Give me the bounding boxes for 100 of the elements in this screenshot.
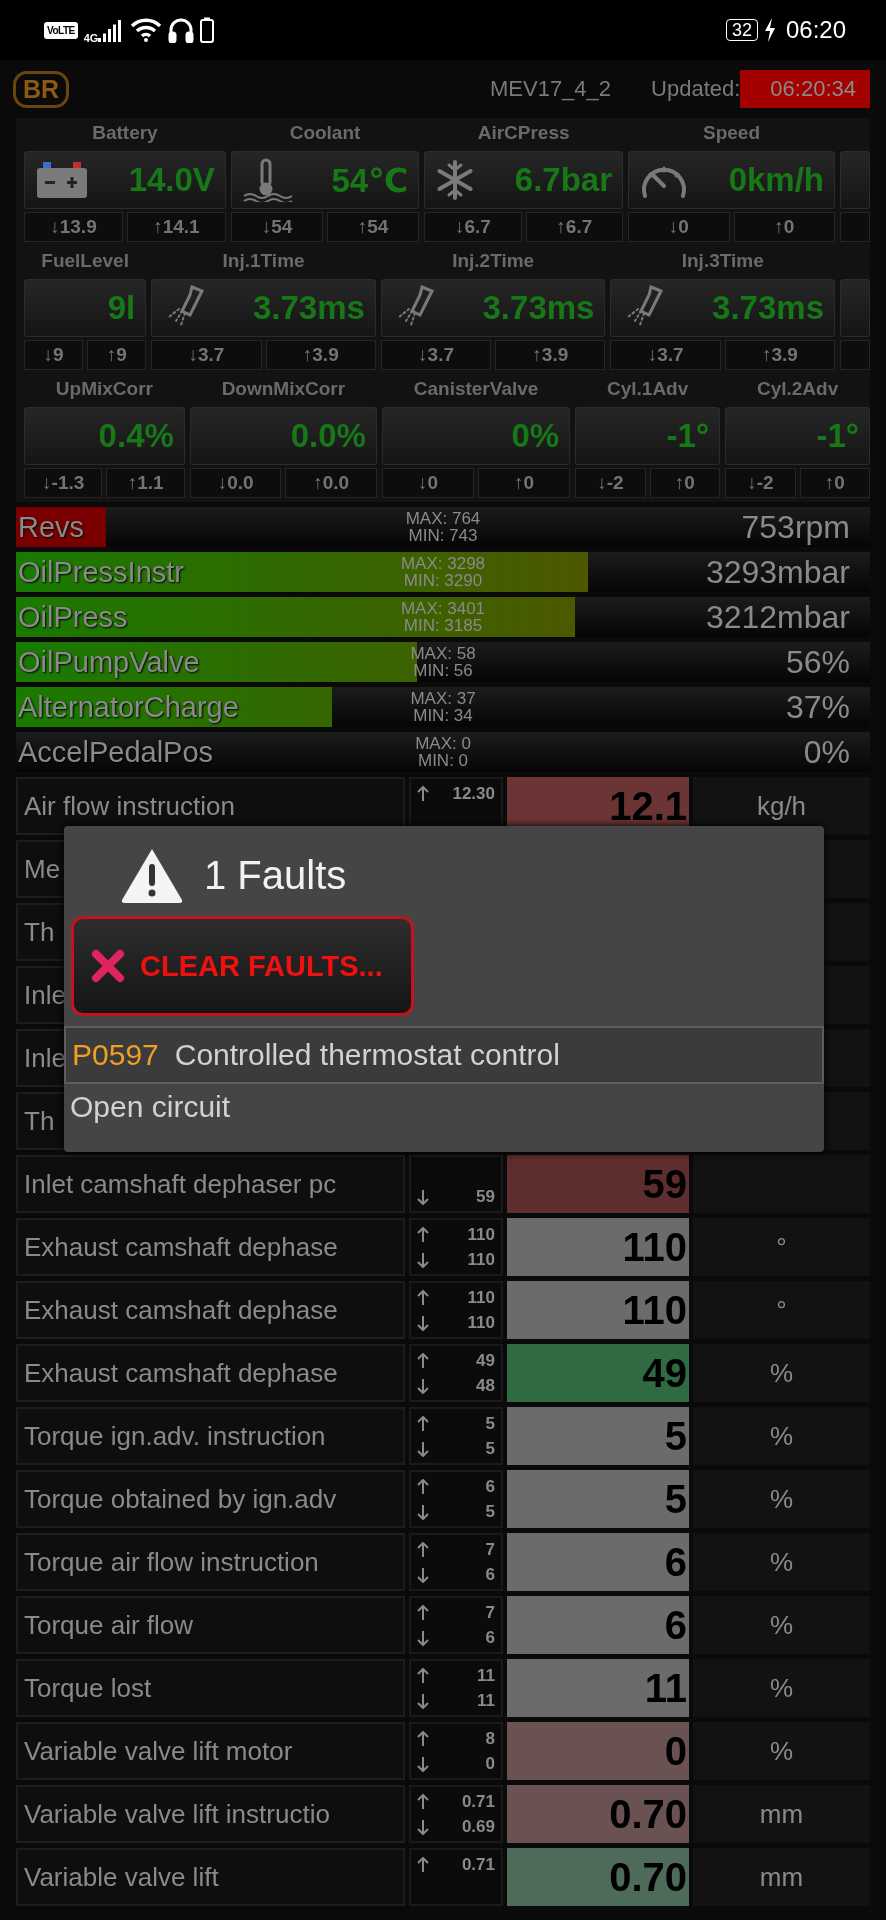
- name-cell: Inlet camshaft dephaser pc: [16, 1155, 405, 1213]
- clear-faults-button[interactable]: CLEAR FAULTS...: [71, 916, 414, 1016]
- max-reading: ↑14.1: [126, 212, 226, 242]
- gauge-card: [840, 151, 870, 209]
- battery-icon: [35, 160, 89, 200]
- unit-cell: °: [693, 1218, 870, 1276]
- wifi-icon: [130, 17, 163, 43]
- gauge-label: Inj.3Time: [680, 250, 765, 273]
- gauge-value: 3.73ms: [252, 289, 365, 327]
- unit-cell: %: [693, 1533, 870, 1591]
- name-cell: Torque obtained by ign.adv: [16, 1470, 405, 1528]
- min-reading: 6: [485, 1564, 495, 1585]
- value-cell: 5: [507, 1407, 689, 1465]
- unit-cell: %: [693, 1596, 870, 1654]
- gauge-label: UpMixCorr: [54, 378, 154, 401]
- min-reading: 6: [485, 1627, 495, 1648]
- max-reading: ↑1.1: [106, 468, 185, 498]
- arrow-down-icon: [417, 1377, 429, 1394]
- gauge-label: Inj.2Time: [451, 250, 536, 273]
- gauge-label: DownMixCorr: [220, 378, 347, 401]
- gauge-label: CanisterValve: [412, 378, 540, 401]
- name-cell: Variable valve lift instructio: [16, 1785, 405, 1843]
- value-cell: 110: [507, 1218, 689, 1276]
- value-cell: 6: [507, 1596, 689, 1654]
- max-reading: MAX: 764: [405, 510, 481, 527]
- name-cell: Torque lost: [16, 1659, 405, 1717]
- gauge-label: Speed: [702, 122, 762, 145]
- gauge-label: Inj.1Time: [221, 250, 306, 273]
- min-reading: ↓-2: [725, 468, 796, 498]
- fault-row[interactable]: P0597 Controlled thermostat control: [64, 1026, 824, 1084]
- min-reading: 59: [476, 1186, 495, 1207]
- min-reading: ↓6.7: [424, 212, 522, 242]
- max-reading: ↑0: [478, 468, 571, 498]
- max-reading: 5: [485, 1413, 495, 1434]
- arrow-down-icon: [417, 1188, 429, 1205]
- name-cell: Torque air flow: [16, 1596, 405, 1654]
- bar-label: AlternatorCharge: [18, 690, 239, 724]
- value-cell: 0: [507, 1722, 689, 1780]
- name-cell: Exhaust camshaft dephase: [16, 1281, 405, 1339]
- max-reading: ↑54: [327, 212, 420, 242]
- arrow-down-icon: [417, 1566, 429, 1583]
- unit-cell: %: [693, 1407, 870, 1465]
- max-reading: 11: [477, 1665, 495, 1686]
- bar-value: 56%: [785, 643, 850, 681]
- name-cell: Exhaust camshaft dephase: [16, 1218, 405, 1276]
- min-reading: ↓3.7: [380, 340, 492, 370]
- name-cell: Exhaust camshaft dephase: [16, 1344, 405, 1402]
- max-reading: ↑6.7: [525, 212, 624, 242]
- max-reading: 110: [467, 1224, 495, 1245]
- bar-label: Revs: [18, 510, 85, 544]
- value-cell: 59: [507, 1155, 689, 1213]
- gauge-value: 3.73ms: [712, 289, 825, 327]
- min-reading: 11: [477, 1690, 495, 1711]
- gauge-value: 0.4%: [98, 417, 174, 455]
- value-cell: 5: [507, 1470, 689, 1528]
- max-reading: ↑3.9: [724, 340, 836, 370]
- max-reading: ↑0: [733, 212, 836, 242]
- max-reading: ↑3.9: [265, 340, 376, 370]
- min-reading: ↓3.7: [610, 340, 721, 370]
- max-reading: 0.71: [461, 1791, 495, 1812]
- arrow-up-icon: [417, 1667, 429, 1684]
- name-cell: Torque ign.adv. instruction: [16, 1407, 405, 1465]
- max-reading: MAX: 3298: [400, 555, 486, 572]
- arrow-up-icon: [417, 1793, 429, 1810]
- min-reading: ↓-2: [575, 468, 646, 498]
- value-cell: 6: [507, 1533, 689, 1591]
- min-reading: MIN: 0: [417, 752, 469, 769]
- min-reading: ↓54: [230, 212, 324, 242]
- value-cell: 110: [507, 1281, 689, 1339]
- max-reading: 49: [476, 1350, 495, 1371]
- gauge-label: FuelLevel: [40, 250, 130, 273]
- value-cell: 11: [507, 1659, 689, 1717]
- min-reading: 110: [467, 1249, 495, 1270]
- name-cell: Variable valve lift motor: [16, 1722, 405, 1780]
- gauge-value: 0%: [511, 417, 560, 455]
- gauge-value: 0.0%: [290, 417, 366, 455]
- max-reading: ↑3.9: [495, 340, 606, 370]
- max-reading: ↑9: [87, 340, 147, 370]
- value-cell: 0.70: [507, 1848, 689, 1906]
- min-reading: 110: [467, 1312, 495, 1333]
- bar-label: OilPumpValve: [18, 645, 200, 679]
- bar-value: 0%: [803, 733, 850, 771]
- min-reading: 0.69: [461, 1816, 495, 1837]
- arrow-down-icon: [417, 1503, 429, 1520]
- gauge-label: Cyl.2Adv: [755, 378, 840, 401]
- max-reading: ↑0: [799, 468, 870, 498]
- unit-cell: %: [693, 1470, 870, 1528]
- name-cell: Torque air flow instruction: [16, 1533, 405, 1591]
- clock: 06:20: [785, 16, 846, 44]
- min-reading: ↓3.7: [151, 340, 262, 370]
- value-cell: 49: [507, 1344, 689, 1402]
- updated-time: 06:20:34: [740, 70, 870, 108]
- min-reading: 5: [485, 1501, 495, 1522]
- arrow-down-icon: [417, 1251, 429, 1268]
- arrow-down-icon: [417, 1314, 429, 1331]
- arrow-up-icon: [417, 1604, 429, 1621]
- max-reading: ↑0.0: [285, 468, 377, 498]
- arrow-up-icon: [417, 1226, 429, 1243]
- max-reading: 7: [485, 1539, 495, 1560]
- headphones-icon: [168, 17, 195, 43]
